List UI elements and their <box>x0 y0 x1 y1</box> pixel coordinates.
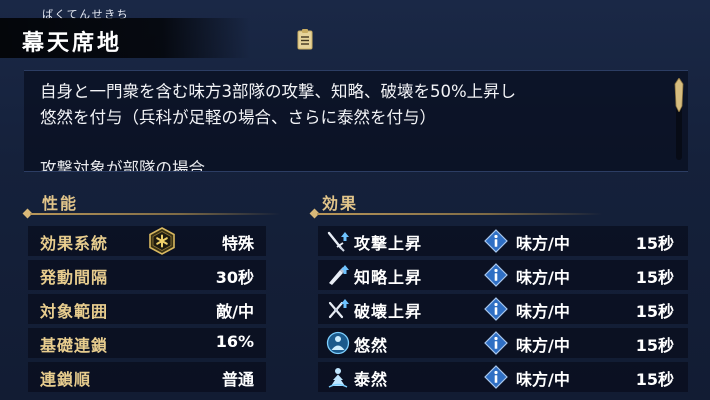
effect-duration: 15秒 <box>635 336 674 355</box>
yuuzen-icon <box>326 331 350 355</box>
effect-row[interactable]: 攻撃上昇 味方/中 15秒 <box>318 226 688 256</box>
performance-row: 発動間隔 30秒 <box>28 260 266 290</box>
info-icon[interactable] <box>484 263 508 287</box>
info-icon[interactable] <box>484 297 508 321</box>
destruction-up-icon <box>326 297 350 321</box>
intellect-up-icon <box>326 263 350 287</box>
performance-row: 基礎連鎖 16% <box>28 328 266 358</box>
effects-panel: 攻撃上昇 味方/中 15秒 知略上昇 味方/中 15秒 破壊上昇 味方/中 15… <box>318 220 688 400</box>
effect-name: 泰然 <box>354 370 389 389</box>
taizen-icon <box>326 365 350 389</box>
perf-label: 基礎連鎖 <box>40 336 109 355</box>
effect-name: 破壊上昇 <box>354 302 423 321</box>
perf-value: 16% <box>215 332 254 351</box>
performance-row: 対象範囲 敵/中 <box>28 294 266 324</box>
effect-duration: 15秒 <box>635 370 674 389</box>
section-divider <box>317 213 602 215</box>
performance-row: 連鎖順 普通 <box>28 362 266 392</box>
perf-label: 発動間隔 <box>40 268 109 287</box>
attack-up-icon <box>326 229 350 253</box>
description-panel[interactable]: 自身と一門衆を含む味方3部隊の攻撃、知略、破壊を50%上昇し 悠然を付与（兵科が… <box>24 70 688 172</box>
effect-target: 味方/中 <box>516 234 570 253</box>
perf-value: 特殊 <box>221 234 254 253</box>
performance-panel: 効果系統 特殊 発動間隔 30秒 対象範囲 敵/中 基礎連鎖 16% 連鎖順 普… <box>28 220 266 400</box>
effect-row[interactable]: 知略上昇 味方/中 15秒 <box>318 260 688 290</box>
info-icon[interactable] <box>484 331 508 355</box>
perf-label: 連鎖順 <box>40 370 92 389</box>
description-line: 攻撃対象が部隊の場合 <box>40 159 205 172</box>
perf-value: 30秒 <box>215 268 254 287</box>
effect-row[interactable]: 泰然 味方/中 15秒 <box>318 362 688 392</box>
effect-target: 味方/中 <box>516 370 570 389</box>
effect-target: 味方/中 <box>516 302 570 321</box>
special-hexagon-icon <box>148 227 176 255</box>
description-text: 自身と一門衆を含む味方3部隊の攻撃、知略、破壊を50%上昇し 悠然を付与（兵科が… <box>40 79 660 131</box>
performance-row: 効果系統 特殊 <box>28 226 266 256</box>
skill-detail-screen: ばくてんせきち 幕天席地 自身と一門衆を含む味方3部隊の攻撃、知略、破壊を50%… <box>0 0 710 400</box>
section-divider <box>30 213 280 215</box>
perf-label: 効果系統 <box>40 234 109 253</box>
effect-duration: 15秒 <box>635 268 674 287</box>
scrollbar-thumb[interactable] <box>674 77 684 113</box>
effect-duration: 15秒 <box>635 302 674 321</box>
effect-name: 攻撃上昇 <box>354 234 423 253</box>
effect-row[interactable]: 破壊上昇 味方/中 15秒 <box>318 294 688 324</box>
effect-name: 悠然 <box>354 336 389 355</box>
effects-heading: 効果 <box>322 194 359 213</box>
effect-duration: 15秒 <box>635 234 674 253</box>
perf-value: 普通 <box>221 370 254 389</box>
skill-title: 幕天席地 <box>22 31 123 56</box>
effect-target: 味方/中 <box>516 336 570 355</box>
description-line: 自身と一門衆を含む味方3部隊の攻撃、知略、破壊を50%上昇し <box>40 82 517 101</box>
perf-value: 敵/中 <box>216 302 254 321</box>
perf-label: 対象範囲 <box>40 302 109 321</box>
description-line: 悠然を付与（兵科が足軽の場合、さらに泰然を付与） <box>40 108 436 127</box>
info-icon[interactable] <box>484 365 508 389</box>
info-icon[interactable] <box>484 229 508 253</box>
effect-name: 知略上昇 <box>354 268 423 287</box>
document-icon[interactable] <box>296 28 314 50</box>
effect-row[interactable]: 悠然 味方/中 15秒 <box>318 328 688 358</box>
effect-target: 味方/中 <box>516 268 570 287</box>
performance-heading: 性能 <box>42 194 79 213</box>
